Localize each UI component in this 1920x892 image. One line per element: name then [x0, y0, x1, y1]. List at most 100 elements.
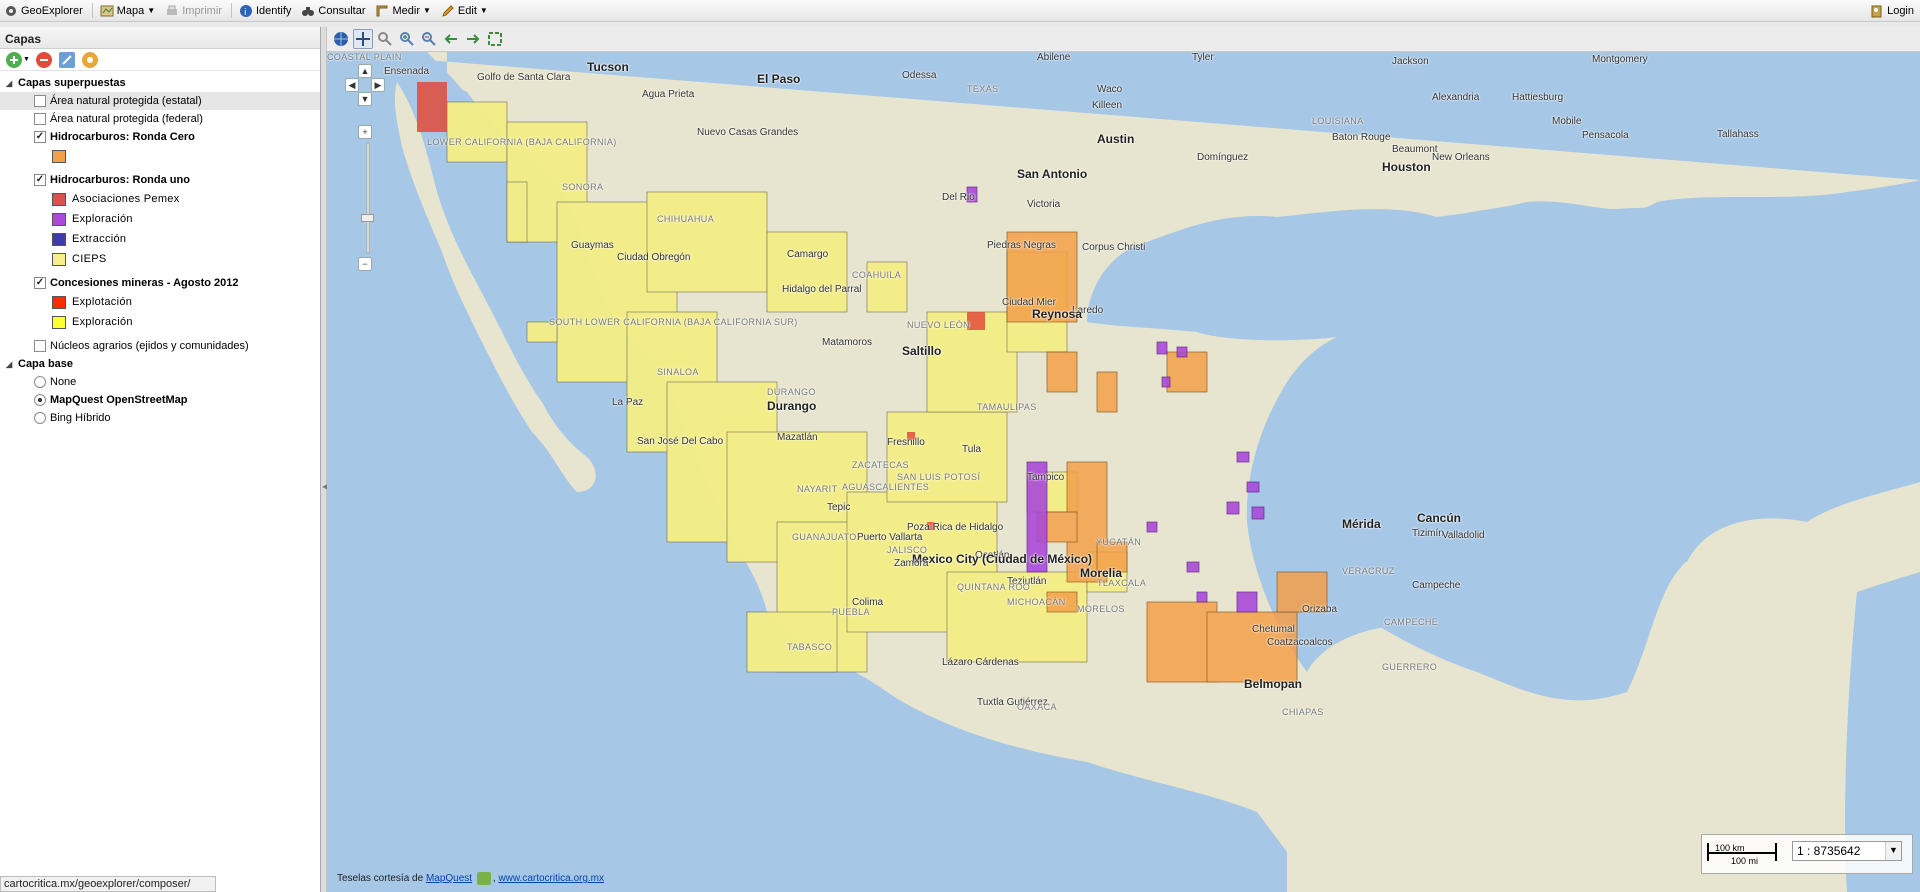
place-label: Reynosa	[1032, 307, 1083, 321]
legend-label: Explotación	[72, 296, 133, 308]
layers-panel: Capas ▼ ◢ Capas superpuestas Área natura…	[0, 27, 321, 892]
legend-row: Exploración	[0, 209, 320, 229]
consultar-button[interactable]: Consultar	[297, 1, 369, 21]
legend-row: Exploración	[0, 312, 320, 332]
layer-checkbox[interactable]	[34, 95, 46, 107]
app-menu[interactable]: GeoExplorer	[0, 1, 87, 21]
place-label: Jackson	[1392, 56, 1429, 67]
pan-down-icon[interactable]: ▼	[358, 92, 372, 106]
base-layer-radio[interactable]	[34, 394, 46, 406]
mapquest-logo-icon	[476, 872, 491, 885]
place-label: Pensacola	[1582, 130, 1629, 141]
place-label: San Antonio	[1017, 167, 1088, 181]
layer-concesiones-mineras[interactable]: ✓ Concesiones mineras - Agosto 2012	[0, 274, 320, 292]
zoom-slider-track[interactable]	[366, 143, 370, 253]
place-label: AGUASCALIENTES	[842, 482, 930, 492]
identify-button[interactable]: i Identify	[235, 1, 295, 21]
base-layer-bing[interactable]: Bing Híbrido	[0, 409, 320, 427]
mapquest-link[interactable]: MapQuest	[426, 873, 472, 884]
base-group-header[interactable]: ◢ Capa base	[0, 355, 320, 373]
history-forward-button[interactable]	[463, 29, 483, 49]
scale-selector[interactable]: 1 : 8735642 ▼	[1792, 841, 1902, 861]
place-label: Zamora	[894, 558, 929, 569]
remove-layer-icon[interactable]	[35, 51, 52, 68]
place-label: COASTAL PLAIN	[327, 52, 402, 62]
place-label: Killeen	[1092, 100, 1123, 111]
place-label: Camargo	[787, 249, 829, 260]
layer-checkbox[interactable]: ✓	[34, 174, 46, 186]
place-label: Colima	[852, 597, 884, 608]
expand-triangle-icon[interactable]: ◢	[6, 360, 18, 369]
place-label: CHIHUAHUA	[657, 214, 715, 224]
full-extent-button[interactable]	[485, 29, 505, 49]
pan-up-icon[interactable]: ▲	[358, 64, 372, 78]
imprimir-button[interactable]: Imprimir	[161, 1, 226, 21]
place-label: Orizaba	[1302, 604, 1338, 615]
place-label: Fresnillo	[887, 437, 925, 448]
place-label: Tallahass	[1717, 129, 1759, 140]
place-label: Tyler	[1192, 52, 1214, 63]
place-label: Baton Rouge	[1332, 132, 1391, 143]
pan-button[interactable]	[353, 29, 373, 49]
mapa-menu-button[interactable]: Mapa ▼	[96, 1, 159, 21]
legend-label: Exploración	[72, 213, 133, 225]
layer-anp-estatal[interactable]: Área natural protegida (estatal)	[0, 92, 320, 110]
zoom-out-button[interactable]	[419, 29, 439, 49]
globe-extent-button[interactable]	[331, 29, 351, 49]
layer-anp-federal[interactable]: Área natural protegida (federal)	[0, 110, 320, 128]
layer-checkbox[interactable]: ✓	[34, 277, 46, 289]
legend-label: Extracción	[72, 233, 127, 245]
map-viewport[interactable]: Tucson El Paso Odessa Abilene Tyler Jackson Mo…	[327, 52, 1920, 892]
add-layer-icon[interactable]	[6, 51, 22, 68]
history-back-button[interactable]	[441, 29, 461, 49]
place-label: COAHUILA	[852, 270, 902, 280]
pan-left-icon[interactable]: ◀	[345, 78, 359, 92]
zoom-out-icon[interactable]: −	[358, 257, 372, 271]
pan-right-icon[interactable]: ▶	[371, 78, 385, 92]
magnifier-icon	[378, 32, 392, 46]
chevron-down-icon[interactable]: ▼	[1885, 842, 1901, 860]
identify-label: Identify	[255, 4, 292, 17]
layer-ronda-cero[interactable]: ✓ Hidrocarburos: Ronda Cero	[0, 128, 320, 146]
layer-ronda-uno[interactable]: ✓ Hidrocarburos: Ronda uno	[0, 171, 320, 189]
place-label: Chetumal	[1252, 624, 1295, 635]
chevron-down-icon[interactable]: ▼	[23, 56, 30, 63]
overlays-group-header[interactable]: ◢ Capas superpuestas	[0, 74, 320, 92]
layer-properties-icon[interactable]	[58, 51, 75, 68]
base-layer-none[interactable]: None	[0, 373, 320, 391]
base-layer-label: None	[50, 376, 77, 388]
base-layer-radio[interactable]	[34, 412, 46, 424]
medir-label: Medir	[392, 4, 420, 17]
arrow-right-icon	[467, 34, 480, 44]
zoom-in-button[interactable]	[397, 29, 417, 49]
imprimir-label: Imprimir	[182, 4, 222, 17]
layer-label: Hidrocarburos: Ronda uno	[50, 174, 190, 186]
login-button[interactable]: Login	[1866, 1, 1918, 21]
zoom-box-button[interactable]	[375, 29, 395, 49]
place-label: CHIAPAS	[1282, 707, 1324, 717]
place-label: Corpus Christi	[1082, 242, 1146, 253]
layer-checkbox[interactable]	[34, 113, 46, 125]
place-label: Tula	[962, 444, 982, 455]
layer-tools: ▼	[0, 49, 320, 71]
place-label: La Paz	[612, 397, 644, 408]
zoom-in-icon[interactable]: +	[358, 125, 372, 139]
place-label: NUEVO LEÓN	[907, 320, 971, 330]
place-label: Tepic	[827, 502, 851, 513]
base-layer-mapquest[interactable]: MapQuest OpenStreetMap	[0, 391, 320, 409]
medir-menu-button[interactable]: Medir ▼	[371, 1, 434, 21]
edit-menu-button[interactable]: Edit ▼	[437, 1, 492, 21]
cartocritica-link[interactable]: www.cartocritica.org.mx	[498, 873, 604, 884]
layer-checkbox[interactable]: ✓	[34, 131, 46, 143]
layer-styles-icon[interactable]	[81, 51, 98, 68]
layer-checkbox[interactable]	[34, 340, 46, 352]
layer-nucleos-agrarios[interactable]: Núcleos agrarios (ejidos y comunidades)	[0, 337, 320, 355]
base-layer-radio[interactable]	[34, 376, 46, 388]
place-label: Valladolid	[1442, 530, 1485, 541]
expand-triangle-icon[interactable]: ◢	[6, 79, 18, 88]
zoom-slider-handle[interactable]	[361, 214, 374, 222]
base-layer-label: MapQuest OpenStreetMap	[50, 394, 188, 406]
place-label: Domínguez	[1197, 152, 1249, 163]
top-toolbar: GeoExplorer Mapa ▼ Imprimir i Identify Co…	[0, 0, 1920, 22]
svg-text:i: i	[244, 8, 247, 18]
